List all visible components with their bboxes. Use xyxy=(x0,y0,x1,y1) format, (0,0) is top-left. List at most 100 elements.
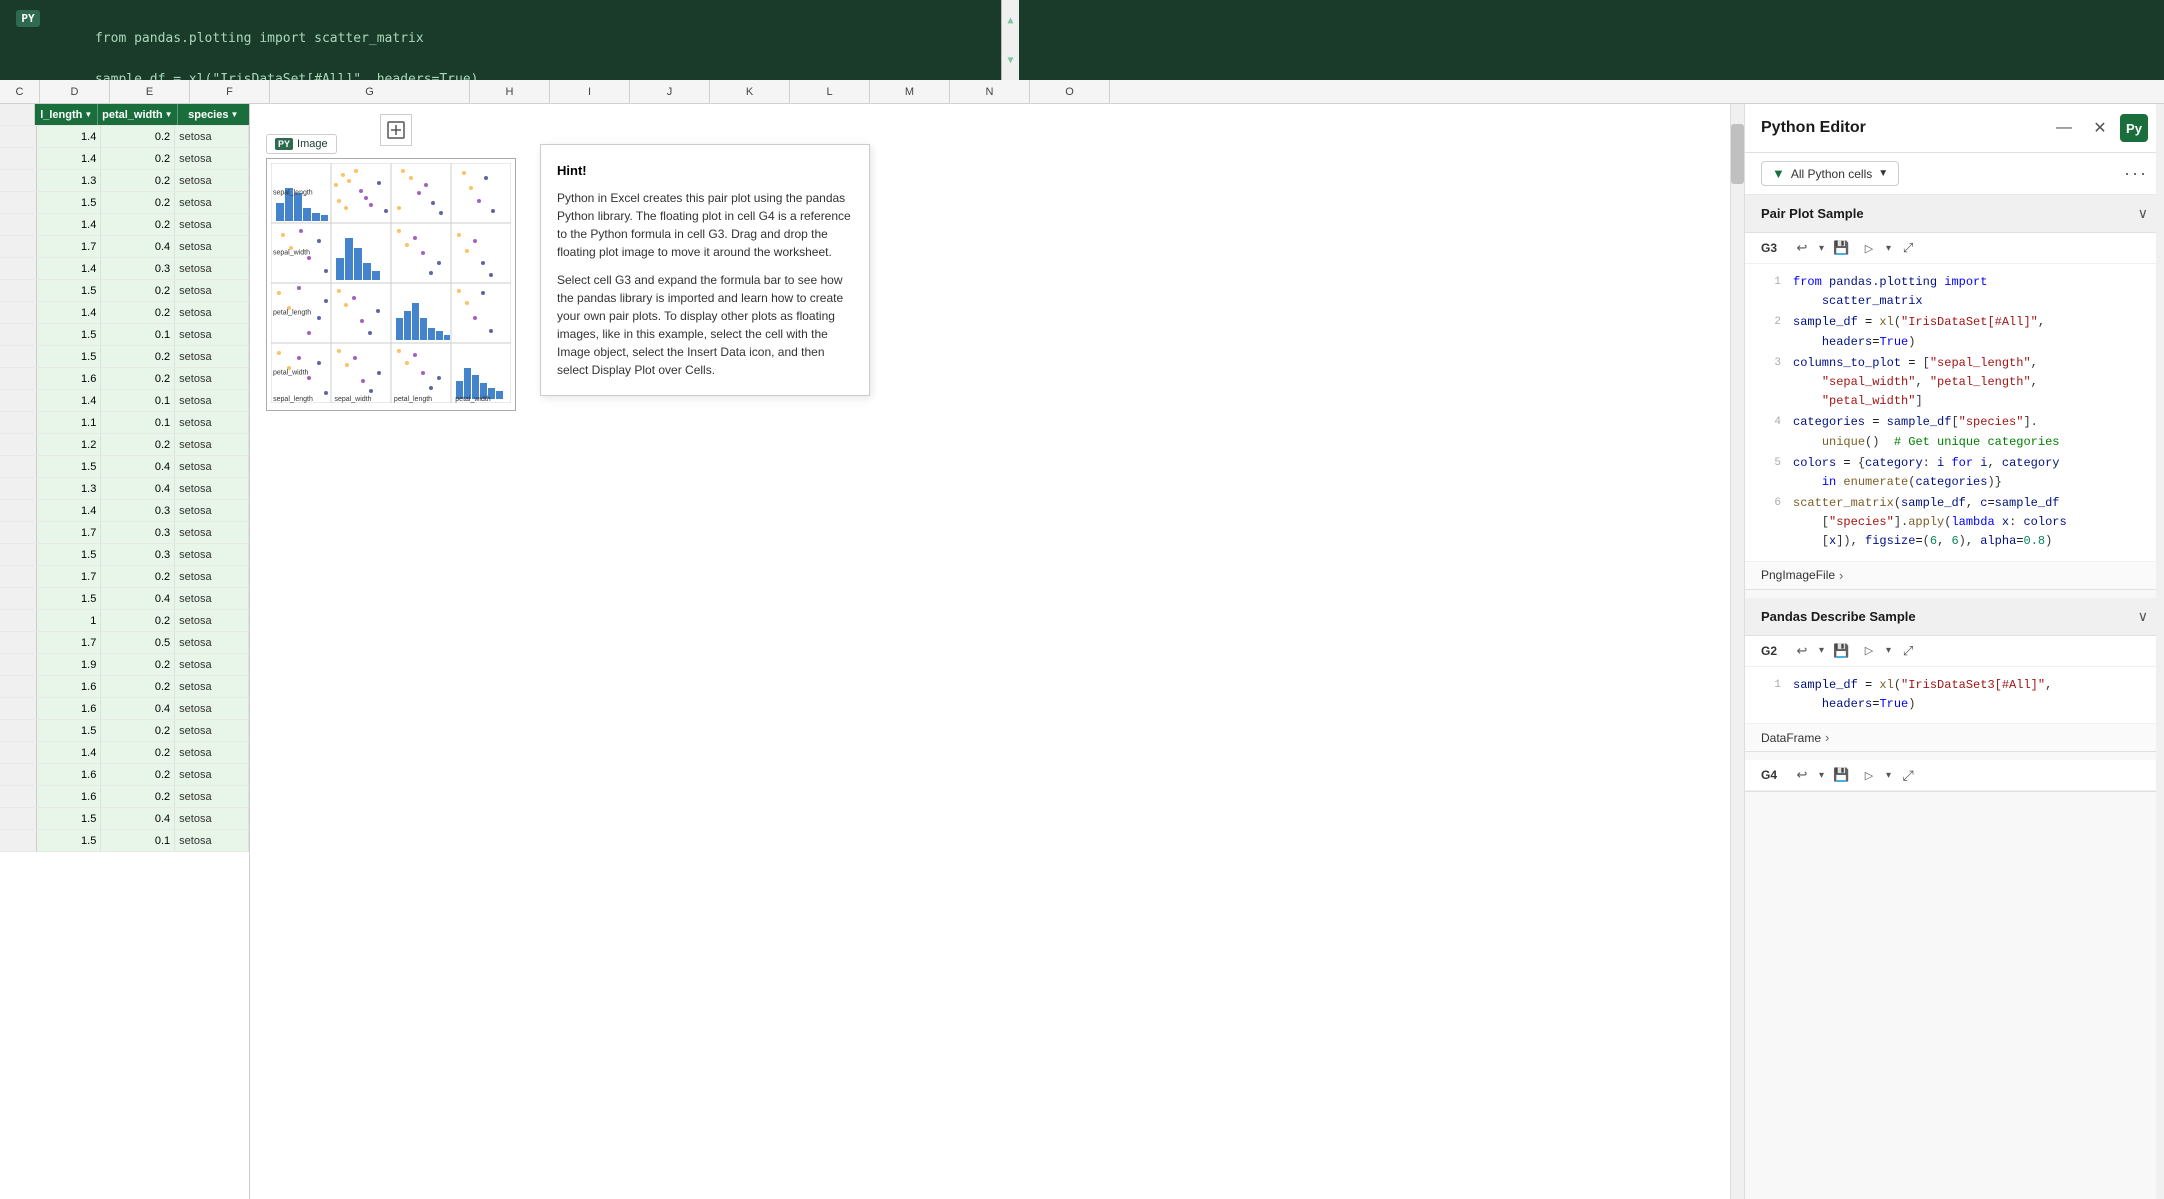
code-line-5: 5 colors = {category: i for i, category … xyxy=(1745,453,2164,493)
undo-dropdown-g4[interactable]: ▾ xyxy=(1819,770,1824,781)
table-row[interactable]: 1.70.5setosa xyxy=(0,632,249,654)
chart-cell-ref-label: Image xyxy=(297,138,328,150)
run-button-g2[interactable]: ▷ xyxy=(1858,640,1880,662)
table-row[interactable]: 1.50.2setosa xyxy=(0,346,249,368)
undo-button-g3[interactable]: ↩ xyxy=(1791,237,1813,259)
table-row[interactable]: 1.90.2setosa xyxy=(0,654,249,676)
run-dropdown-g4[interactable]: ▾ xyxy=(1886,770,1891,781)
table-row[interactable]: 1.50.2setosa xyxy=(0,720,249,742)
table-row[interactable]: 1.40.2setosa xyxy=(0,302,249,324)
table-row[interactable]: 1.50.1setosa xyxy=(0,324,249,346)
g2-toolbar: G2 ↩ ▾ 💾 ▷ ▾ ⤢ xyxy=(1745,636,2164,667)
png-image-file-link[interactable]: PngImageFile › xyxy=(1745,561,2164,589)
table-row[interactable]: 1.40.3setosa xyxy=(0,500,249,522)
pandas-describe-section-header[interactable]: Pandas Describe Sample ∨ xyxy=(1745,598,2164,636)
undo-button-g2[interactable]: ↩ xyxy=(1791,640,1813,662)
spreadsheet-area: C D E F G H I J K L M N O xyxy=(0,80,2164,1199)
table-row[interactable]: 1.50.2setosa xyxy=(0,280,249,302)
col-header-k: K xyxy=(710,80,790,103)
g4-cell-ref: G4 xyxy=(1761,768,1785,782)
col-header-c: C xyxy=(0,80,40,103)
hint-box: Hint! Python in Excel creates this pair … xyxy=(540,144,870,396)
filter-all-python-cells-button[interactable]: ▼ All Python cells ▼ xyxy=(1761,161,1899,186)
center-area: PY Image xyxy=(250,104,1744,1199)
table-row[interactable]: 1.50.1setosa xyxy=(0,830,249,852)
table-row[interactable]: 10.2setosa xyxy=(0,610,249,632)
table-row[interactable]: 1.70.2setosa xyxy=(0,566,249,588)
editor-title: Python Editor xyxy=(1761,119,2044,137)
column-headers: C D E F G H I J K L M N O xyxy=(0,80,2164,104)
run-button-g3[interactable]: ▷ xyxy=(1858,237,1880,259)
col-petal-length-header: l_length ▼ xyxy=(35,104,98,125)
table-row[interactable]: 1.70.4setosa xyxy=(0,236,249,258)
table-row[interactable]: 1.50.4setosa xyxy=(0,588,249,610)
pandas-describe-section: Pandas Describe Sample ∨ G2 ↩ ▾ 💾 ▷ ▾ xyxy=(1745,598,2164,752)
col-header-f: F xyxy=(190,80,270,103)
table-row[interactable]: 1.60.2setosa xyxy=(0,786,249,808)
g2-code-line-1: 1 sample_df = xl("IrisDataSet3[#All]", h… xyxy=(1745,675,2164,715)
expand-button-g2[interactable]: ⤢ xyxy=(1897,640,1919,662)
scatter-matrix-chart: sepal_length sepal_width petal_length pe… xyxy=(271,163,511,403)
table-row[interactable]: 1.60.2setosa xyxy=(0,368,249,390)
table-row[interactable]: 1.30.4setosa xyxy=(0,478,249,500)
table-row[interactable]: 1.50.2setosa xyxy=(0,192,249,214)
svg-text:sepal_length: sepal_length xyxy=(273,190,313,197)
vertical-scrollbar[interactable] xyxy=(1730,104,1744,1199)
table-row[interactable]: 1.60.4setosa xyxy=(0,698,249,720)
close-button[interactable]: ✕ xyxy=(2088,116,2112,140)
col-header-g: G xyxy=(270,80,470,103)
expand-button-g4[interactable]: ⤢ xyxy=(1897,764,1919,786)
table-row[interactable]: 1.40.2setosa xyxy=(0,126,249,148)
table-row[interactable]: 1.50.4setosa xyxy=(0,808,249,830)
table-row[interactable]: 1.50.3setosa xyxy=(0,544,249,566)
dataframe-link[interactable]: DataFrame › xyxy=(1745,723,2164,751)
table-row[interactable]: 1.40.2setosa xyxy=(0,742,249,764)
table-row[interactable]: 1.30.2setosa xyxy=(0,170,249,192)
save-button-g4[interactable]: 💾 xyxy=(1830,764,1852,786)
table-row[interactable]: 1.40.1setosa xyxy=(0,390,249,412)
code-line-3: 3 columns_to_plot = ["sepal_length", "se… xyxy=(1745,353,2164,413)
save-button-g3[interactable]: 💾 xyxy=(1830,237,1852,259)
table-row[interactable]: 1.40.2setosa xyxy=(0,214,249,236)
col-species-header: species ▼ xyxy=(178,104,249,125)
svg-text:sepal_length: sepal_length xyxy=(273,396,313,403)
table-row[interactable]: 1.70.3setosa xyxy=(0,522,249,544)
code-line-2: 2 sample_df = xl("IrisDataSet[#All]", he… xyxy=(1745,312,2164,352)
expand-button-g3[interactable]: ⤢ xyxy=(1897,237,1919,259)
svg-text:petal_width: petal_width xyxy=(455,396,491,403)
table-header-row: l_length ▼ petal_width ▼ species ▼ xyxy=(0,104,249,126)
undo-button-g4[interactable]: ↩ xyxy=(1791,764,1813,786)
collapse-icon-2: ∨ xyxy=(2138,608,2148,625)
table-row[interactable]: 1.20.2setosa xyxy=(0,434,249,456)
pair-plot-section-header[interactable]: Pair Plot Sample ∨ xyxy=(1745,195,2164,233)
chart-box[interactable]: sepal_length sepal_width petal_length pe… xyxy=(266,158,516,411)
g2-cell-ref: G2 xyxy=(1761,644,1785,658)
run-button-g4[interactable]: ▷ xyxy=(1858,764,1880,786)
table-row[interactable]: 1.40.3setosa xyxy=(0,258,249,280)
undo-dropdown-g2[interactable]: ▾ xyxy=(1819,645,1824,656)
g4-section: G4 ↩ ▾ 💾 ▷ ▾ ⤢ xyxy=(1745,760,2164,792)
py-badge: PY xyxy=(16,10,40,27)
scroll-down-icon[interactable]: ▼ xyxy=(1007,55,1013,66)
svg-text:petal_length: petal_length xyxy=(394,396,432,403)
scrollbar-thumb[interactable] xyxy=(1731,124,1744,184)
pair-plot-title: Pair Plot Sample xyxy=(1761,206,2138,221)
more-options-button[interactable]: ··· xyxy=(2124,163,2148,184)
table-row[interactable]: 1.50.4setosa xyxy=(0,456,249,478)
minimize-button[interactable]: — xyxy=(2052,116,2076,140)
table-row[interactable]: 1.10.1setosa xyxy=(0,412,249,434)
table-row[interactable]: 1.60.2setosa xyxy=(0,676,249,698)
g3-code-block: 1 from pandas.plotting import scatter_ma… xyxy=(1745,264,2164,561)
col-header-e: E xyxy=(110,80,190,103)
chart-py-badge: PY xyxy=(275,138,293,150)
editor-content: Pair Plot Sample ∨ G3 ↩ ▾ 💾 ▷ ▾ xyxy=(1745,195,2164,1199)
editor-scrollbar[interactable] xyxy=(2156,104,2164,1199)
run-dropdown-g2[interactable]: ▾ xyxy=(1886,645,1891,656)
table-row[interactable]: 1.40.2setosa xyxy=(0,148,249,170)
png-output-label: PngImageFile xyxy=(1761,568,1835,582)
scroll-up-icon[interactable]: ▲ xyxy=(1007,15,1013,26)
undo-dropdown-g3[interactable]: ▾ xyxy=(1819,243,1824,254)
run-dropdown-g3[interactable]: ▾ xyxy=(1886,243,1891,254)
save-button-g2[interactable]: 💾 xyxy=(1830,640,1852,662)
table-row[interactable]: 1.60.2setosa xyxy=(0,764,249,786)
